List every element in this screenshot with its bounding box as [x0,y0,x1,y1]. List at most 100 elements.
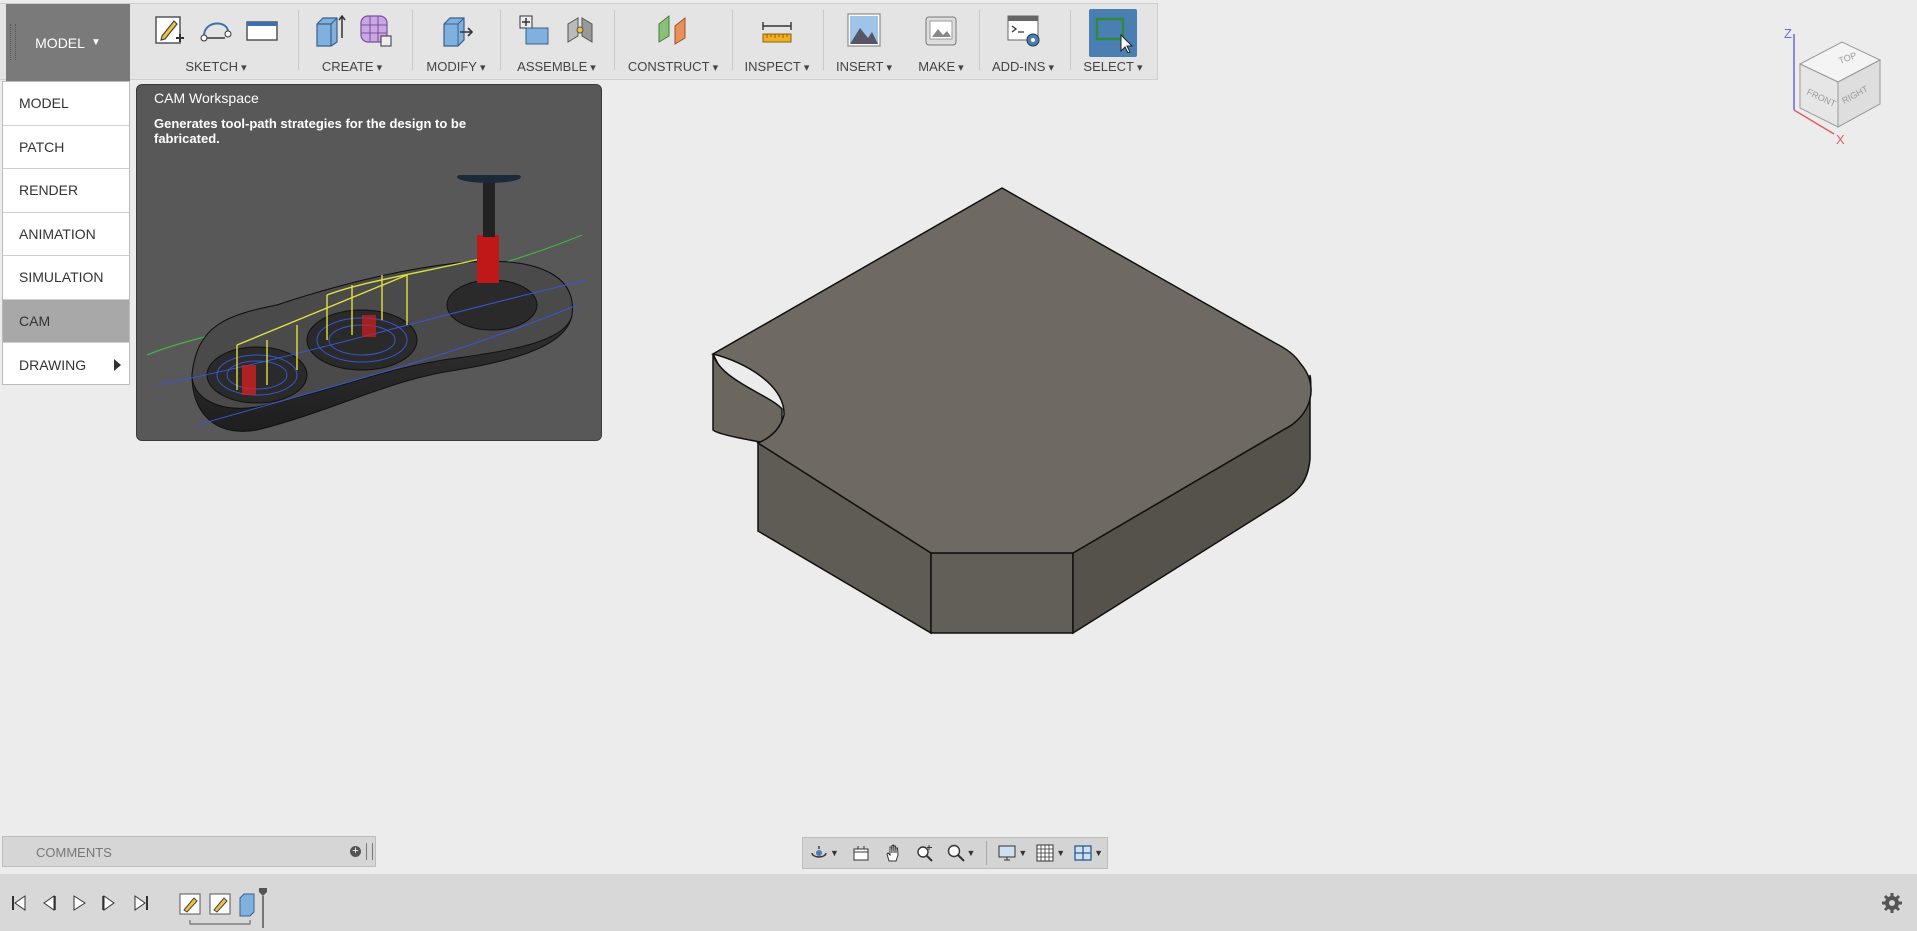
chevron-down-icon: ▼ [1094,848,1104,858]
grid-settings-button[interactable]: ▼ [1031,839,1069,867]
sketch-feature-icon[interactable] [179,893,201,915]
toolbar-group-insert[interactable]: INSERT [827,4,901,78]
offset-plane-icon[interactable] [655,12,691,48]
toolbar-group-modify[interactable]: MODIFY [416,4,496,78]
toolbar-group-addins[interactable]: ADD-INS [983,4,1063,78]
chevron-down-icon: ▼ [966,848,976,858]
comments-panel[interactable]: COMMENTS + [2,836,376,867]
viewports-button[interactable]: ▼ [1069,839,1107,867]
insert-image-icon[interactable] [846,12,882,48]
axis-z-label: Z [1784,26,1792,41]
add-comment-icon[interactable]: + [350,846,361,857]
step-forward-icon[interactable] [100,894,118,912]
zoom-window-icon [916,845,933,862]
navbar-divider [986,841,988,865]
comments-label: COMMENTS [36,845,112,860]
scripts-icon[interactable] [1005,12,1041,48]
cam-toolpath-preview-image [146,175,588,432]
press-pull-icon[interactable] [438,12,474,48]
gear-icon[interactable] [1881,892,1903,914]
workspace-menu: MODEL PATCH RENDER ANIMATION SIMULATION … [2,81,130,385]
new-component-icon[interactable] [516,12,552,48]
menu-item-label: RENDER [19,182,79,199]
timeline-bar [0,874,1917,931]
toolbar-group-label: SELECT [1076,59,1150,74]
extrude-icon[interactable] [311,12,347,48]
pan-button[interactable] [877,839,909,867]
toolbar-group-create[interactable]: CREATE [302,4,402,78]
tooltip-title: CAM Workspace [154,90,259,106]
toolbar-divider [614,10,615,70]
display-settings-icon [998,845,1016,861]
toolbar-group-select[interactable]: SELECT [1076,4,1150,78]
workspace-menu-item-drawing[interactable]: DRAWING [3,343,129,387]
timeline-marker-icon[interactable] [259,888,267,896]
look-at-button[interactable] [845,839,877,867]
viewcube[interactable]: TOP FRONT RIGHT Z X [1780,22,1890,152]
toolbar-group-label: MAKE [906,59,976,74]
select-icon[interactable] [1089,9,1137,57]
toolbar-divider [412,10,413,70]
extrude-feature-icon[interactable] [239,893,255,917]
workspace-menu-item-render[interactable]: RENDER [3,169,129,213]
toolbar-group-inspect[interactable]: INSPECT [736,4,818,78]
workspace-menu-item-simulation[interactable]: SIMULATION [3,256,129,300]
viewports-icon [1074,845,1092,861]
cam-workspace-tooltip: CAM Workspace Generates tool-path strate… [136,84,602,441]
workspace-switcher-button[interactable]: MODEL ▼ [6,4,130,81]
workspace-menu-item-animation[interactable]: ANIMATION [3,213,129,256]
chevron-down-icon: ▼ [90,37,101,48]
chevron-down-icon: ▼ [1018,848,1028,858]
tooltip-description: Generates tool-path strategies for the d… [154,116,467,146]
zoom-fit-button[interactable]: ▼ [941,839,981,867]
orbit-button[interactable]: ▼ [803,839,845,867]
grid-icon [1036,844,1054,862]
pan-icon [886,844,899,862]
line-arc-icon[interactable] [198,12,234,48]
toolbar-grip[interactable] [10,24,16,60]
play-icon[interactable] [70,894,88,912]
form-icon[interactable] [357,12,393,48]
toolbar-group-label: SKETCH [138,59,294,74]
rectangle-icon[interactable] [244,12,280,48]
toolbar-group-assemble[interactable]: ASSEMBLE [504,4,609,78]
orbit-icon [811,846,827,858]
toolbar-divider [823,10,824,70]
chevron-down-icon: ▼ [1056,848,1066,858]
sketch-icon[interactable] [152,12,188,48]
joint-icon[interactable] [562,12,598,48]
skip-to-end-icon[interactable] [132,894,150,912]
menu-item-label: CAM [19,312,51,329]
panel-pin-icon[interactable] [366,843,373,860]
toolbar-divider [500,10,501,70]
menu-item-label: DRAWING [19,356,87,373]
sketch-feature-icon[interactable] [209,893,231,915]
navigation-bar: ▼ ▼ ▼ ▼ ▼ [802,837,1108,869]
toolbar-group-label: INSERT [827,59,901,74]
display-settings-button[interactable]: ▼ [993,839,1031,867]
axis-x-label: X [1836,132,1845,147]
workspace-menu-item-cam[interactable]: CAM [3,299,129,343]
skip-to-start-icon[interactable] [10,894,28,912]
toolbar-group-construct[interactable]: CONSTRUCT [618,4,728,78]
toolbar-divider [979,10,980,70]
measure-icon[interactable] [759,12,795,48]
toolbar-group-make[interactable]: MAKE [906,4,976,78]
toolbar-group-label: ADD-INS [983,59,1063,74]
zoom-button[interactable] [909,839,941,867]
toolbar-group-label: MODIFY [416,59,496,74]
toolbar-group-label: ASSEMBLE [504,59,609,74]
look-at-icon [853,846,869,861]
3d-print-icon[interactable] [923,12,959,48]
menu-item-label: ANIMATION [19,225,96,242]
workspace-menu-item-model[interactable]: MODEL [3,82,129,126]
step-back-icon[interactable] [40,894,58,912]
model-3d-body[interactable] [700,180,1340,640]
menu-item-label: SIMULATION [19,269,104,286]
toolbar-group-sketch[interactable]: SKETCH [138,4,294,78]
toolbar-divider [732,10,733,70]
workspace-label: MODEL [35,34,85,51]
submenu-arrow-icon [114,359,121,371]
toolbar-group-label: INSPECT [736,59,818,74]
workspace-menu-item-patch[interactable]: PATCH [3,126,129,169]
